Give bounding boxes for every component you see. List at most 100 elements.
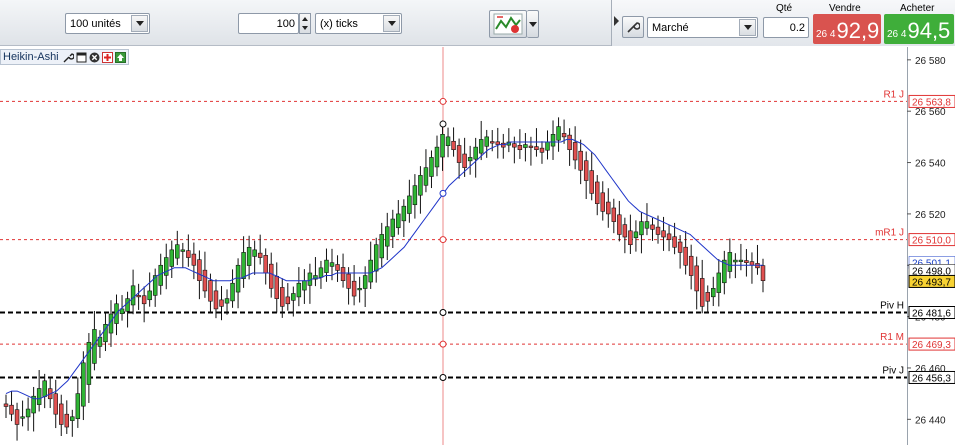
buy-price: 94,5	[907, 18, 951, 43]
candle-body	[418, 175, 423, 196]
candle-body	[440, 134, 445, 158]
crosshair-marker	[439, 373, 447, 381]
candle-body	[70, 416, 75, 421]
level-name: Piv H	[880, 301, 904, 312]
candle-body	[64, 413, 70, 428]
chart-type-button[interactable]	[489, 10, 527, 38]
candle-body	[230, 282, 235, 302]
candle-body	[611, 207, 617, 222]
spin-up-icon[interactable]	[300, 14, 310, 23]
step-unit-value: (x) ticks	[320, 17, 358, 30]
close-icon[interactable]	[89, 52, 100, 63]
indicator-bar: Heikin-Ashi	[0, 49, 129, 65]
price-tag-label: 26 493,7	[912, 277, 951, 288]
level-price-label: 26 563,8	[912, 97, 951, 108]
candle-body	[622, 224, 628, 238]
buy-button[interactable]: 26 4 94,5	[884, 14, 954, 44]
candle-body	[175, 244, 180, 259]
chevron-down-icon[interactable]	[383, 15, 400, 32]
crosshair-marker	[439, 120, 447, 128]
candle-body	[373, 244, 379, 272]
candle-body	[661, 230, 666, 238]
crosshair-marker	[439, 97, 447, 105]
chevron-down-icon[interactable]	[739, 19, 756, 36]
chevron-down-icon[interactable]	[131, 15, 148, 32]
candle-body	[600, 192, 605, 212]
candle-body	[340, 267, 346, 281]
candle-body	[9, 404, 14, 415]
level-name: Piv J	[882, 365, 904, 376]
candle-body	[268, 263, 274, 289]
collapse-arrow-icon[interactable]	[614, 16, 619, 26]
chart-type-dropdown[interactable]	[527, 10, 539, 38]
crosshair-marker	[439, 309, 447, 317]
order-type-select[interactable]: Marché	[647, 17, 758, 38]
window-icon[interactable]	[76, 52, 87, 63]
candle-body	[42, 380, 47, 397]
candle-body	[688, 255, 694, 276]
candle-body	[705, 292, 710, 302]
step-value-input[interactable]: 100	[238, 13, 299, 34]
spin-down-icon[interactable]	[300, 23, 310, 32]
candle-body	[59, 403, 64, 425]
add-icon[interactable]	[101, 51, 113, 63]
candle-body	[473, 146, 478, 160]
candle-body	[523, 144, 528, 148]
candle-body	[711, 288, 716, 298]
axis-tick-label: 26 560	[915, 107, 946, 118]
candle-body	[136, 295, 141, 298]
candle-body	[291, 293, 296, 301]
candle-body	[351, 280, 357, 297]
candle-body	[407, 195, 412, 214]
price-chart[interactable]: 26 58026 56026 54026 52026 50026 48026 4…	[0, 47, 955, 445]
candle-body	[429, 157, 434, 177]
candle-body	[379, 234, 384, 259]
candle-body	[683, 246, 688, 266]
candle-body	[423, 167, 429, 186]
candle-body	[760, 265, 766, 281]
candle-body	[694, 265, 699, 292]
chart-area[interactable]: 26 58026 56026 54026 52026 50026 48026 4…	[0, 47, 955, 445]
order-settings-button[interactable]	[622, 16, 644, 38]
candle-body	[556, 126, 561, 141]
candle-body	[25, 408, 31, 418]
step-unit-select[interactable]: (x) ticks	[315, 13, 402, 34]
move-up-icon[interactable]	[114, 51, 126, 63]
axis-tick-label: 26 580	[915, 56, 946, 67]
level-name: mR1 J	[875, 228, 904, 239]
candle-body	[81, 362, 86, 407]
qty-value: 0.2	[789, 21, 805, 34]
candle-body	[699, 278, 705, 307]
step-value: 100	[276, 17, 295, 30]
candle-body	[501, 142, 506, 148]
candle-body	[235, 264, 241, 293]
candle-body	[257, 252, 263, 258]
candle-body	[467, 157, 473, 162]
wrench-icon[interactable]	[63, 52, 74, 63]
quantity-units-select[interactable]: 100 unités	[65, 13, 150, 34]
candle-body	[666, 233, 672, 240]
buy-prefix: 26 4	[887, 29, 907, 40]
candle-body	[512, 143, 517, 148]
candle-body	[224, 298, 230, 304]
toolbar: 100 unités 100 (x) ticks Marché Qté 0.2 …	[0, 0, 955, 46]
sell-price: 92,9	[836, 18, 880, 43]
candle-body	[357, 288, 362, 291]
level-price-label: 26 510,0	[912, 236, 951, 247]
chevron-down-icon	[528, 21, 537, 27]
sell-label: Vendre	[829, 3, 861, 14]
level-name: R1 M	[880, 332, 904, 343]
candle-body	[385, 226, 390, 247]
candle-body	[346, 273, 351, 289]
sell-button[interactable]: 26 4 92,9	[813, 14, 881, 44]
candle-body	[738, 259, 744, 262]
trading-app: 100 unités 100 (x) ticks Marché Qté 0.2 …	[0, 0, 955, 445]
candle-body	[716, 272, 722, 293]
candle-body	[285, 296, 291, 305]
qty-input[interactable]: 0.2	[763, 17, 809, 38]
candle-body	[202, 269, 208, 292]
axis-tick-label: 26 540	[915, 159, 946, 170]
candle-body	[241, 252, 246, 279]
step-spinner[interactable]	[299, 13, 311, 34]
candle-body	[158, 264, 163, 286]
